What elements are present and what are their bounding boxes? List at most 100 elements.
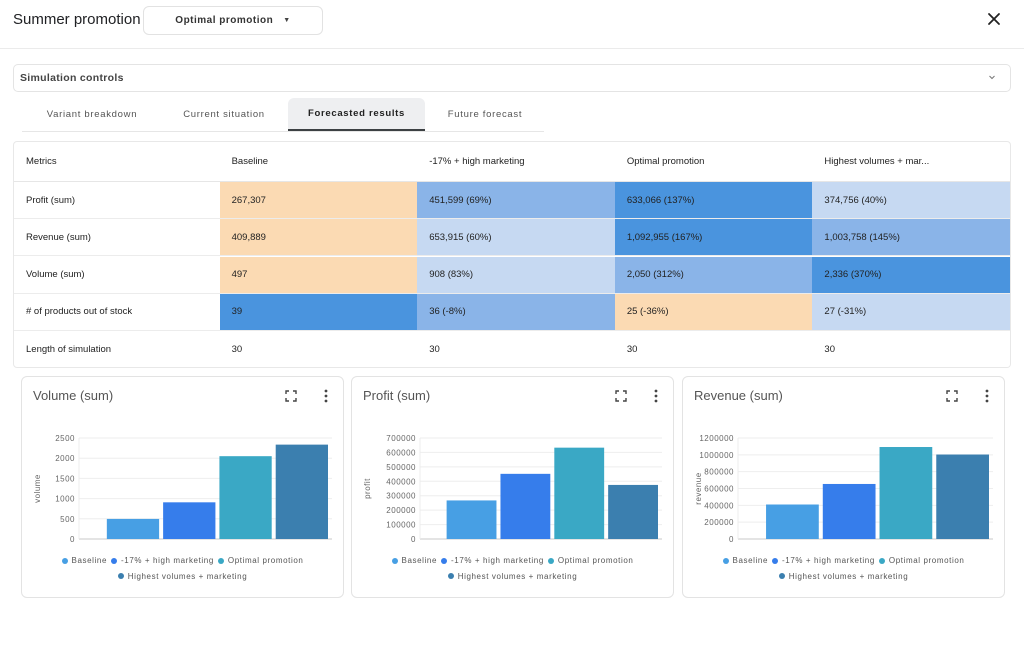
legend-dot-icon xyxy=(878,557,885,564)
y-tick-label: 1500 xyxy=(55,474,75,483)
chart-card-volume: Volume (sum) 0 500 1000 1500 2000 2500 volume … xyxy=(21,376,344,598)
legend-item[interactable]: Baseline xyxy=(391,553,438,568)
bar-baseline[interactable] xyxy=(446,500,497,539)
y-axis-label: revenue xyxy=(694,472,703,504)
variant-select-dropdown[interactable]: Optimal promotion ▼ xyxy=(143,6,323,35)
forecast-results-table: Metrics Baseline -17% + high marketing O… xyxy=(13,141,1011,368)
value-cell: 497 xyxy=(219,256,418,293)
y-axis-label: profit xyxy=(363,478,372,499)
chart-legend: Baseline -17% + high marketing Optimal pro… xyxy=(22,553,343,584)
value-cell: 39 xyxy=(219,293,418,330)
y-tick-label: 1000000 xyxy=(699,451,734,460)
y-tick-label: 0 xyxy=(411,535,416,544)
y-tick-label: 800000 xyxy=(704,468,734,477)
legend-item[interactable]: -17% + high marketing xyxy=(111,553,214,568)
bar-17-high-marketing[interactable] xyxy=(822,483,876,539)
bar-baseline[interactable] xyxy=(766,504,819,539)
chart-card-profit: Profit (sum) 0 100000 200000 300000 400000 50… xyxy=(351,376,674,598)
bar-highest-volumes-marketing[interactable] xyxy=(936,454,989,539)
legend-label: Optimal promotion xyxy=(227,556,304,565)
table-row: # of products out of stock 39 36 (-8%) 25 (… xyxy=(14,293,1010,331)
page-title: Summer promotion xyxy=(13,11,141,28)
metric-name-cell: Volume (sum) xyxy=(26,269,85,281)
bar-baseline[interactable] xyxy=(106,518,160,539)
value-cell: 633,066 (137%) xyxy=(614,182,813,218)
legend-dot-icon xyxy=(547,557,554,564)
value-cell: 451,599 (69%) xyxy=(417,182,615,218)
legend-item[interactable]: -17% + high marketing xyxy=(441,553,544,568)
legend-label: Baseline xyxy=(732,556,769,565)
legend-item[interactable]: Optimal promotion xyxy=(217,553,304,568)
bar-highest-volumes-marketing[interactable] xyxy=(275,444,328,539)
legend-dot-icon xyxy=(117,573,124,579)
legend-item[interactable]: Baseline xyxy=(722,553,769,568)
y-tick-label: 500 xyxy=(60,515,75,524)
y-tick-label: 700000 xyxy=(386,434,416,443)
legend-dot-icon xyxy=(61,557,68,564)
legend-item[interactable]: Highest volumes + marketing xyxy=(778,569,909,584)
tab-forecasted-results[interactable]: Forecasted results xyxy=(288,98,425,131)
table-row: Profit (sum) 267,307 451,599 (69%) 633,066 … xyxy=(14,182,1010,219)
y-tick-label: 600000 xyxy=(386,448,416,457)
metric-name-cell: Profit (sum) xyxy=(26,194,76,206)
bar-17-high-marketing[interactable] xyxy=(500,473,551,539)
legend-label: -17% + high marketing xyxy=(121,556,214,565)
value-cell: 30 xyxy=(417,331,615,367)
bar-optimal-promotion[interactable] xyxy=(219,456,272,539)
legend-dot-icon xyxy=(722,557,729,564)
legend-item[interactable]: Highest volumes + marketing xyxy=(447,569,578,584)
column-header-highest-volumes: Highest volumes + mar... xyxy=(824,156,930,167)
y-tick-label: 200000 xyxy=(386,506,416,515)
value-cell: 25 (-36%) xyxy=(614,293,813,330)
legend-item[interactable]: Optimal promotion xyxy=(547,553,634,568)
y-tick-label: 300000 xyxy=(386,492,416,501)
tab-variant-breakdown[interactable]: Variant breakdown xyxy=(22,98,162,131)
legend-label: -17% + high marketing xyxy=(451,556,544,565)
tab-future-forecast[interactable]: Future forecast xyxy=(425,98,545,131)
column-header-variant-2: -17% + high marketing xyxy=(429,156,525,167)
bar-highest-volumes-marketing[interactable] xyxy=(608,484,658,539)
legend-label: Highest volumes + marketing xyxy=(788,571,909,581)
value-cell: 30 xyxy=(219,331,418,367)
close-button[interactable] xyxy=(984,9,1004,29)
legend-item[interactable]: Optimal promotion xyxy=(878,553,965,568)
metric-name-cell: Revenue (sum) xyxy=(26,231,91,243)
y-tick-label: 2000 xyxy=(55,454,75,463)
y-tick-label: 100000 xyxy=(386,521,416,530)
legend-dot-icon xyxy=(447,573,454,579)
value-cell: 1,092,955 (167%) xyxy=(614,219,813,256)
y-tick-label: 400000 xyxy=(704,501,734,510)
legend-label: Highest volumes + marketing xyxy=(457,571,578,581)
metric-name-cell: Length of simulation xyxy=(26,344,112,356)
legend-label: Optimal promotion xyxy=(888,556,965,565)
chart-legend: Baseline -17% + high marketing Optimal pro… xyxy=(683,553,1004,584)
chart-card-revenue: Revenue (sum) 0 200000 400000 600000 800000 1… xyxy=(682,376,1005,598)
simulation-controls-label: Simulation controls xyxy=(20,72,124,84)
legend-dot-icon xyxy=(391,557,398,564)
bar-optimal-promotion[interactable] xyxy=(554,447,605,539)
results-tabs: Variant breakdown Current situation Fore… xyxy=(22,97,544,132)
legend-item[interactable]: Baseline xyxy=(61,553,108,568)
legend-dot-icon xyxy=(772,557,779,564)
bar-17-high-marketing[interactable] xyxy=(163,502,216,539)
table-row: Volume (sum) 497 908 (83%) 2,050 (312%) 2,33… xyxy=(14,256,1010,294)
y-tick-label: 400000 xyxy=(386,477,416,486)
table-row: Revenue (sum) 409,889 653,915 (60%) 1,092,9… xyxy=(14,219,1010,257)
value-cell: 2,336 (370%) xyxy=(812,256,1010,293)
legend-item[interactable]: Highest volumes + marketing xyxy=(117,569,248,584)
y-tick-label: 0 xyxy=(729,535,734,544)
value-cell: 2,050 (312%) xyxy=(614,256,813,293)
legend-dot-icon xyxy=(778,573,785,579)
bar-optimal-promotion[interactable] xyxy=(879,447,933,539)
caret-down-icon: ▼ xyxy=(283,17,291,24)
legend-label: Baseline xyxy=(401,556,438,565)
value-cell: 1,003,758 (145%) xyxy=(812,219,1010,256)
legend-item[interactable]: -17% + high marketing xyxy=(772,553,875,568)
chart-legend: Baseline -17% + high marketing Optimal pro… xyxy=(352,553,673,584)
y-tick-label: 600000 xyxy=(704,485,734,494)
tab-current-situation[interactable]: Current situation xyxy=(158,98,290,131)
column-header-metrics: Metrics xyxy=(26,156,57,167)
column-header-baseline: Baseline xyxy=(231,156,269,167)
legend-label: -17% + high marketing xyxy=(782,556,875,565)
simulation-controls-accordion[interactable]: Simulation controls xyxy=(13,64,1011,92)
